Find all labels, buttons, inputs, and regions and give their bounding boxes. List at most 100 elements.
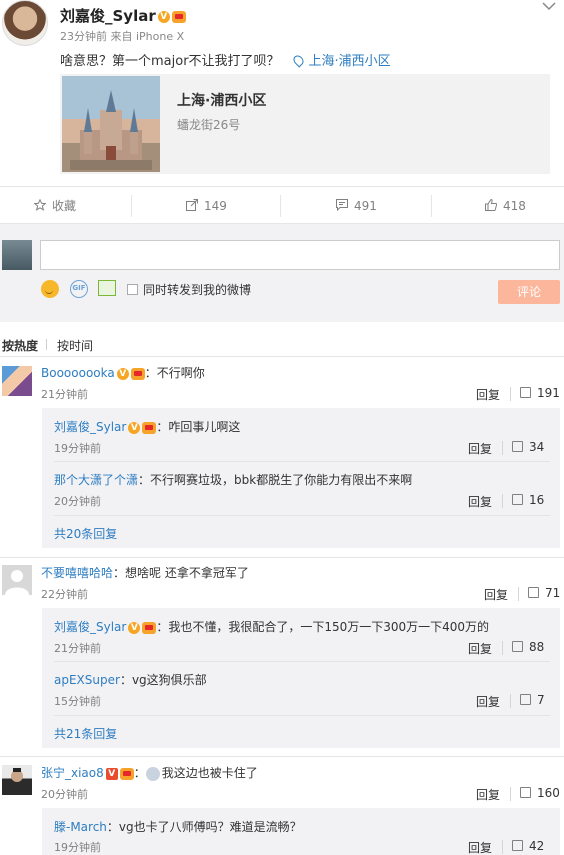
comment-text: 我这边也被卡住了 xyxy=(161,766,258,780)
post-body: 啥意思？第一个major不让我打了呗？ xyxy=(60,54,280,69)
divider xyxy=(502,641,503,655)
reply-button[interactable]: 回复 xyxy=(484,586,508,603)
share-icon xyxy=(186,199,198,211)
replier-name[interactable]: 刘嘉俊_Sylar xyxy=(54,620,126,634)
reply-like-count[interactable]: 42 xyxy=(529,839,544,853)
image-icon[interactable] xyxy=(98,280,116,296)
comment-like-count[interactable]: 160 xyxy=(537,786,560,800)
reply-button[interactable]: 回复 xyxy=(468,440,492,457)
vip-crown-icon xyxy=(119,767,134,780)
forward-count[interactable]: 149 xyxy=(204,199,227,213)
reply-button[interactable]: 回复 xyxy=(468,493,492,510)
divider xyxy=(0,557,564,558)
weibo-post: 刘嘉俊_Sylar V 23分钟前 来自 iPhone X 啥意思？第一个majo… xyxy=(0,0,564,185)
commenter-avatar[interactable] xyxy=(2,765,32,795)
reply-like-button[interactable]: 42 xyxy=(512,839,544,853)
emoji-icon[interactable] xyxy=(41,280,59,298)
reply-like-button[interactable]: 34 xyxy=(512,440,544,454)
current-user-avatar xyxy=(2,240,32,270)
location-card-address: 蟠龙街26号 xyxy=(177,118,241,132)
commenter-avatar[interactable] xyxy=(2,366,32,396)
divider xyxy=(502,840,503,854)
location-link[interactable]: 上海·浦西小区 xyxy=(290,53,391,69)
thumbs-up-icon xyxy=(520,694,531,705)
reply-like-button[interactable]: 16 xyxy=(512,493,544,507)
divider xyxy=(54,715,550,716)
reply-button[interactable]: 回复 xyxy=(468,839,492,855)
default-avatar-icon xyxy=(5,570,29,595)
reply-time: 15分钟前 xyxy=(54,695,101,708)
replier-name[interactable]: apEXSuper xyxy=(54,673,120,687)
comment-count[interactable]: 491 xyxy=(354,199,377,213)
location-image[interactable] xyxy=(62,76,160,172)
reply-button[interactable]: 回复 xyxy=(476,786,500,803)
reply-time: 21分钟前 xyxy=(54,642,101,655)
gif-icon[interactable]: GIF xyxy=(70,280,88,298)
comment-button[interactable]: 491 xyxy=(336,187,377,225)
sub-reply: 滕-March：vg也卡了八师傅吗？难道是流畅？ xyxy=(54,818,302,835)
comment-input[interactable] xyxy=(40,240,560,270)
reply-like-count[interactable]: 16 xyxy=(529,493,544,507)
author-avatar[interactable] xyxy=(2,0,48,46)
vip-crown-icon xyxy=(171,10,186,23)
reply-button[interactable]: 回复 xyxy=(476,693,500,710)
sort-by-time[interactable]: 按时间 xyxy=(57,337,93,354)
favorite-label[interactable]: 收藏 xyxy=(52,199,76,213)
comment-text: ：想啥呢 还拿不拿冠军了 xyxy=(113,566,249,580)
submit-comment-button[interactable]: 评论 xyxy=(498,280,560,304)
reply-thread: 刘嘉俊_Sylar V ：咋回事儿啊这 19分钟前 回复 34 那个大潇了个潇：不行… xyxy=(42,408,560,548)
commenter-name[interactable]: 张宁_xiao8 xyxy=(41,766,104,780)
forward-button[interactable]: 149 xyxy=(186,187,227,225)
post-text: 啥意思？第一个major不让我打了呗？ 上海·浦西小区 xyxy=(60,50,391,69)
location-link-label[interactable]: 上海·浦西小区 xyxy=(309,54,391,69)
thumbs-up-icon xyxy=(512,494,523,505)
verified-icon: V xyxy=(116,367,129,380)
forward-checkbox-label[interactable]: 同时转发到我的微博 xyxy=(143,281,251,298)
view-more-replies-link[interactable]: 共20条回复 xyxy=(54,525,117,542)
comment-like-count[interactable]: 71 xyxy=(545,586,560,600)
reply-like-button[interactable]: 7 xyxy=(520,693,545,707)
chevron-down-icon[interactable] xyxy=(542,0,556,11)
comment-icon xyxy=(336,199,348,211)
reply-like-count[interactable]: 34 xyxy=(529,440,544,454)
reply-button[interactable]: 回复 xyxy=(468,640,492,657)
sort-by-hot[interactable]: 按热度 xyxy=(2,337,38,354)
commenter-name[interactable]: 不要嘻嘻哈哈 xyxy=(41,566,113,580)
reply-thread: 刘嘉俊_Sylar V ：我也不懂，我很配合了，一下150万一下300万一下400万… xyxy=(42,608,560,748)
replier-name[interactable]: 那个大潇了个潇 xyxy=(54,473,138,487)
comment-body: 不要嘻嘻哈哈：想啥呢 还拿不拿冠军了 xyxy=(41,564,249,581)
person-photo xyxy=(11,768,23,782)
location-card-title: 上海·浦西小区 xyxy=(177,93,267,109)
comment-like-count[interactable]: 191 xyxy=(537,386,560,400)
reply-button[interactable]: 回复 xyxy=(476,386,500,403)
commenter-name[interactable]: Boooooooka xyxy=(41,366,115,380)
post-meta: 23分钟前 来自 iPhone X xyxy=(60,30,185,43)
replier-name[interactable]: 刘嘉俊_Sylar xyxy=(54,420,126,434)
sub-reply: apEXSuper：vg这狗俱乐部 xyxy=(54,671,207,688)
thumbs-up-icon xyxy=(528,587,539,598)
location-card[interactable]: 上海·浦西小区 蟠龙街26号 xyxy=(60,74,550,174)
thumbs-up-icon xyxy=(520,387,531,398)
castle-illustration xyxy=(70,90,152,170)
view-more-replies-link[interactable]: 共21条回复 xyxy=(54,725,117,742)
divider xyxy=(0,756,564,757)
comment-like-button[interactable]: 71 xyxy=(528,586,560,600)
reply-like-count[interactable]: 88 xyxy=(529,640,544,654)
divider xyxy=(54,515,550,516)
reply-time: 19分钟前 xyxy=(54,841,101,854)
comment-like-button[interactable]: 160 xyxy=(520,786,560,800)
comment-like-button[interactable]: 191 xyxy=(520,386,560,400)
like-button[interactable]: 418 xyxy=(485,187,526,225)
reply-like-button[interactable]: 88 xyxy=(512,640,544,654)
divider xyxy=(510,694,511,708)
commenter-avatar[interactable] xyxy=(2,565,32,595)
replier-name[interactable]: 滕-March xyxy=(54,820,107,834)
verified-icon: V xyxy=(105,767,118,780)
favorite-button[interactable]: 收藏 xyxy=(34,187,76,225)
like-count[interactable]: 418 xyxy=(503,199,526,213)
reply-text: ：我也不懂，我很配合了，一下150万一下300万一下400万的 xyxy=(156,620,490,634)
author-name[interactable]: 刘嘉俊_Sylar V xyxy=(60,5,186,26)
sub-reply: 刘嘉俊_Sylar V ：我也不懂，我很配合了，一下150万一下300万一下400万… xyxy=(54,618,489,635)
reply-like-count[interactable]: 7 xyxy=(537,693,545,707)
forward-checkbox[interactable] xyxy=(127,284,138,295)
